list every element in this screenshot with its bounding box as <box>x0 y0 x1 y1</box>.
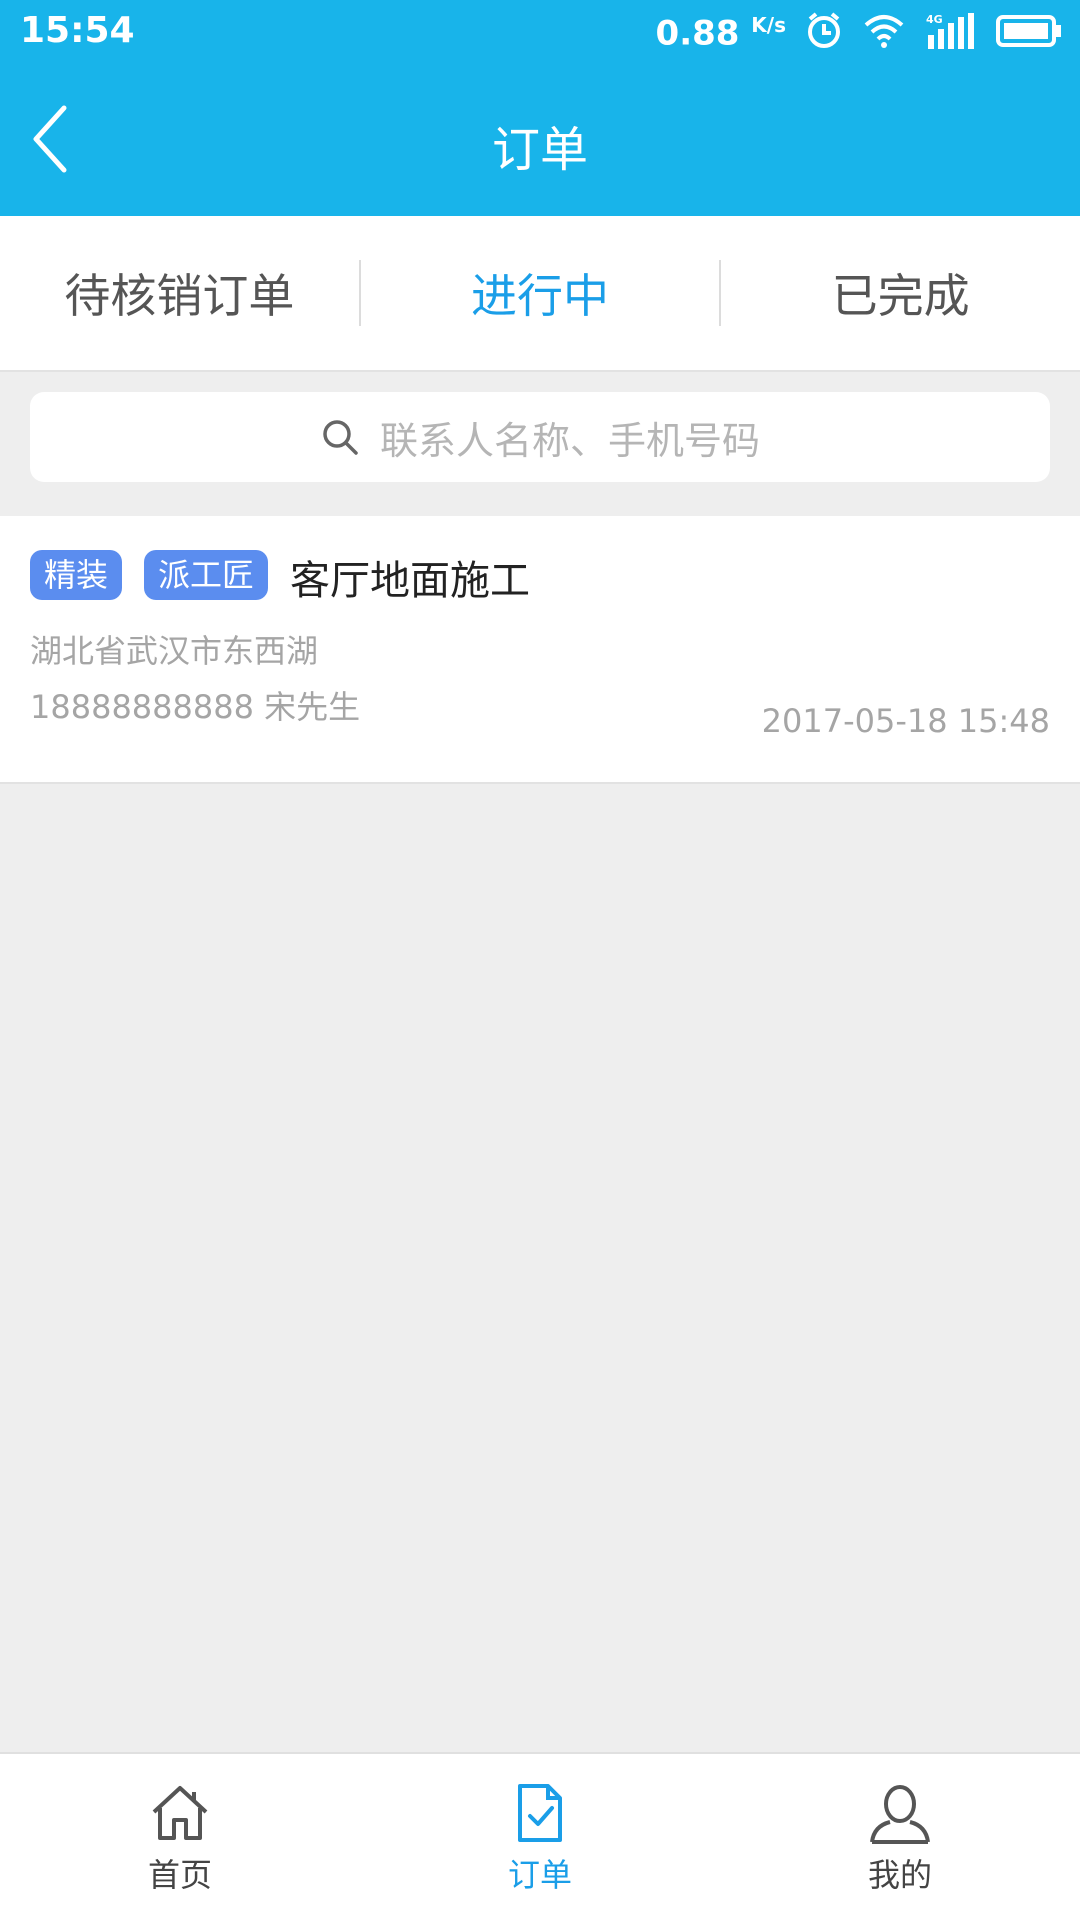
tab-completed[interactable]: 已完成 <box>721 216 1080 370</box>
status-bar: 15:54 0.88 K/s 4G <box>0 0 1080 66</box>
network-speed: 0.88 K/s <box>656 13 786 53</box>
bottom-navigation: 首页 订单 我的 <box>0 1752 1080 1922</box>
status-icons: 0.88 K/s 4G <box>656 8 1062 58</box>
search-placeholder: 联系人名称、手机号码 <box>379 418 760 463</box>
tab-pending-verification[interactable]: 待核销订单 <box>0 216 359 370</box>
nav-home-label: 首页 <box>147 1856 212 1894</box>
nav-orders-label: 订单 <box>507 1856 572 1894</box>
status-time: 15:54 <box>20 10 135 51</box>
nav-profile-label: 我的 <box>867 1856 932 1894</box>
search-input[interactable]: 联系人名称、手机号码 <box>30 392 1050 482</box>
user-icon <box>870 1785 930 1844</box>
network-speed-unit: K/s <box>751 12 786 37</box>
order-contact: 18888888888 宋先生 <box>30 688 361 726</box>
home-icon <box>152 1786 208 1840</box>
wifi-icon <box>862 11 906 55</box>
app-bar: 订单 <box>0 66 1080 216</box>
order-address: 湖北省武汉市东西湖 <box>30 632 319 670</box>
order-status-tabs: 待核销订单 进行中 已完成 <box>0 216 1080 372</box>
signal-4g-icon: 4G <box>924 11 978 55</box>
alarm-icon <box>804 11 844 55</box>
nav-home[interactable]: 首页 <box>0 1754 360 1922</box>
badge-finish-type: 精装 <box>30 550 123 600</box>
page-title: 订单 <box>491 122 588 178</box>
search-icon <box>323 420 358 455</box>
order-title: 客厅地面施工 <box>290 558 530 604</box>
order-list-item[interactable]: 精装 派工匠 客厅地面施工 湖北省武汉市东西湖 18888888888 宋先生 … <box>0 516 1080 784</box>
nav-orders[interactable]: 订单 <box>360 1754 720 1922</box>
network-speed-value: 0.88 <box>655 13 740 54</box>
tab-in-progress[interactable]: 进行中 <box>361 216 720 370</box>
order-time: 2017-05-18 15:48 <box>761 702 1050 740</box>
battery-icon <box>996 13 1062 53</box>
nav-profile[interactable]: 我的 <box>720 1754 1080 1922</box>
badge-dispatch-type: 派工匠 <box>144 550 269 600</box>
order-document-icon <box>518 1784 562 1842</box>
svg-text:4G: 4G <box>926 13 943 26</box>
